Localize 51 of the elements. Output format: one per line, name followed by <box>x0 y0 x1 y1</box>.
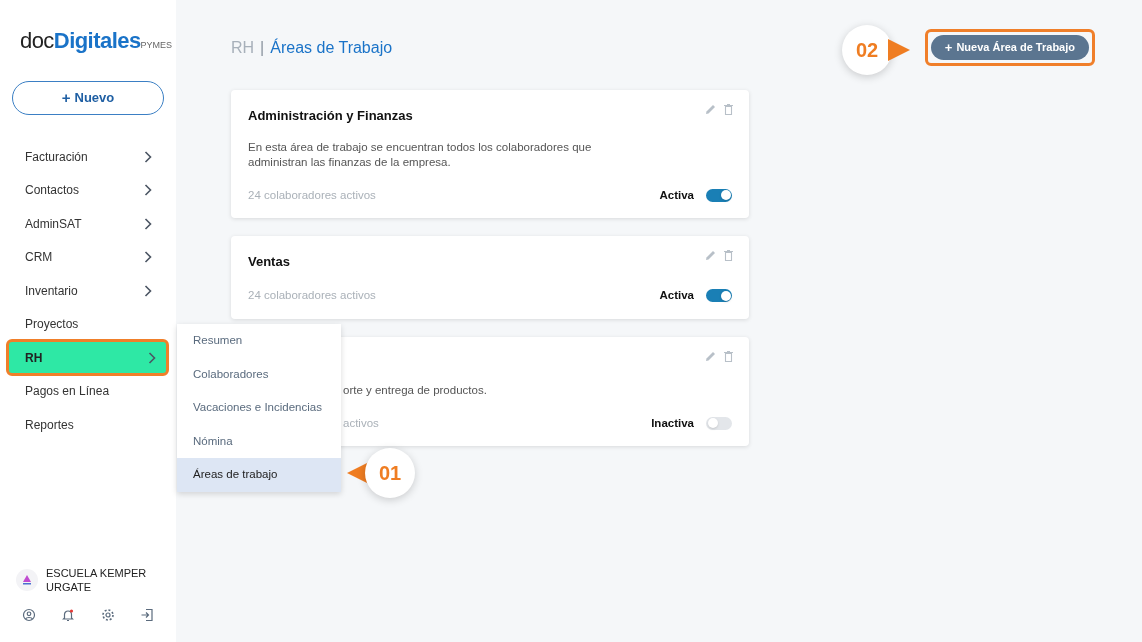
submenu-item[interactable]: Resumen <box>177 324 341 358</box>
new-area-button[interactable]: + Nueva Área de Trabajo <box>930 35 1089 60</box>
profile-icon[interactable] <box>22 608 36 622</box>
toggle-switch[interactable] <box>706 289 732 303</box>
logout-icon[interactable] <box>140 608 154 622</box>
chevron-icon <box>144 184 152 197</box>
submenu-item[interactable]: Vacaciones e Incidencias <box>177 391 341 425</box>
sidebar-item[interactable]: Pagos en Línea <box>0 374 176 408</box>
sidebar-item[interactable]: Facturación <box>0 140 176 174</box>
submenu-item[interactable]: Nómina <box>177 424 341 458</box>
edit-icon[interactable] <box>705 249 716 261</box>
avatar-icon <box>16 569 38 591</box>
sidebar-item[interactable]: Inventario <box>0 274 176 308</box>
submenu-item[interactable]: Áreas de trabajo <box>177 458 341 492</box>
account-name: ESCUELA KEMPER URGATE <box>46 566 148 594</box>
sidebar-item[interactable]: CRM <box>0 240 176 274</box>
status-label: Inactiva <box>651 415 694 431</box>
collaborator-count: activos <box>343 415 379 431</box>
sidebar-item[interactable]: Proyectos <box>0 307 176 341</box>
delete-icon[interactable] <box>724 249 733 261</box>
chevron-icon <box>144 217 152 230</box>
card-description: En esta área de trabajo se encuentran todos los colaboradores que administran las finanzas de la empresa. <box>248 139 593 170</box>
status-label: Activa <box>659 288 694 304</box>
collaborator-count: 24 colaboradores activos <box>248 288 376 304</box>
edit-icon[interactable] <box>705 350 716 362</box>
toggle-switch[interactable] <box>706 416 732 430</box>
chevron-icon <box>148 351 156 364</box>
breadcrumb-separator: | <box>260 37 265 58</box>
chevron-icon <box>144 150 152 163</box>
chevron-icon <box>144 284 152 297</box>
callout: 02 <box>842 25 910 75</box>
settings-icon[interactable] <box>100 608 115 622</box>
delete-icon[interactable] <box>724 104 733 115</box>
sidebar-item[interactable]: Contactos <box>0 173 176 207</box>
collaborator-count: 24 colaboradores activos <box>248 187 376 203</box>
sidebar-item[interactable]: RH <box>6 339 169 377</box>
submenu-item[interactable]: Colaboradores <box>177 357 341 391</box>
sidebar-item[interactable]: AdminSAT <box>0 207 176 241</box>
page-title: Áreas de Trabajo <box>270 37 393 58</box>
card-title: Administración y Finanzas <box>248 107 413 125</box>
delete-icon[interactable] <box>724 350 733 362</box>
logo: docDigitalesPYMES <box>20 27 174 55</box>
toggle-switch[interactable] <box>706 188 732 202</box>
chevron-icon <box>144 251 152 264</box>
bell-icon[interactable] <box>61 608 76 622</box>
callout: 01 <box>347 448 415 498</box>
status-label: Activa <box>659 187 694 203</box>
sidebar-item[interactable]: Reportes <box>0 408 176 442</box>
card-description: orte y entrega de productos. <box>343 382 487 398</box>
edit-icon[interactable] <box>705 104 716 115</box>
card-title: Ventas <box>248 252 290 271</box>
